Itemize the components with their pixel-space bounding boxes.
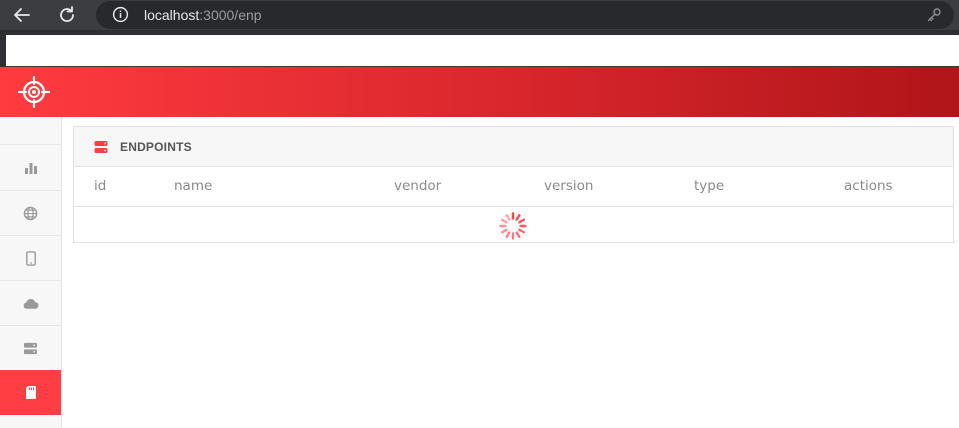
sidebar-item-network[interactable] bbox=[0, 191, 61, 236]
sidebar-item-stats[interactable] bbox=[0, 146, 61, 191]
key-icon[interactable] bbox=[926, 7, 942, 23]
panel-header: ENDPOINTS bbox=[74, 127, 953, 167]
target-crosshair-icon[interactable] bbox=[18, 76, 50, 108]
sidebar-top-spacer bbox=[0, 117, 61, 145]
sidebar-item-servers[interactable] bbox=[0, 326, 61, 371]
column-header-name[interactable]: name bbox=[174, 178, 212, 194]
column-header-type[interactable]: type bbox=[694, 178, 724, 194]
back-arrow-icon bbox=[14, 8, 30, 22]
address-bar[interactable]: localhost:3000/enp bbox=[96, 1, 954, 29]
reload-button[interactable] bbox=[55, 3, 79, 27]
sidebar-item-devices[interactable] bbox=[0, 236, 61, 281]
url-host: localhost bbox=[144, 7, 200, 23]
url-path: :3000/enp bbox=[199, 7, 262, 23]
page-top-strip bbox=[0, 30, 959, 67]
table-header-row: id name vendor version type actions bbox=[74, 167, 953, 207]
bar-chart-icon bbox=[24, 163, 37, 174]
column-header-version[interactable]: version bbox=[544, 178, 593, 194]
panel-title: ENDPOINTS bbox=[120, 140, 192, 154]
column-header-actions[interactable]: actions bbox=[844, 178, 893, 194]
server-icon bbox=[24, 342, 37, 354]
mobile-phone-icon bbox=[25, 250, 36, 266]
column-header-vendor[interactable]: vendor bbox=[394, 178, 441, 194]
app-header bbox=[0, 67, 959, 117]
sidebar bbox=[0, 117, 62, 428]
url-text[interactable]: localhost:3000/enp bbox=[144, 7, 262, 23]
server-icon bbox=[94, 141, 108, 153]
column-header-id[interactable]: id bbox=[94, 178, 106, 194]
loading-spinner-icon bbox=[499, 212, 527, 240]
info-icon[interactable] bbox=[112, 6, 129, 23]
globe-icon bbox=[23, 206, 38, 220]
cloud-icon bbox=[23, 298, 39, 309]
endpoints-panel: ENDPOINTS id name vendor version type ac… bbox=[73, 126, 954, 243]
sidebar-item-cloud[interactable] bbox=[0, 281, 61, 326]
sidebar-item-endpoints[interactable] bbox=[0, 370, 61, 415]
back-button[interactable] bbox=[10, 3, 34, 27]
reload-icon bbox=[60, 6, 74, 22]
sd-card-icon bbox=[25, 385, 36, 399]
browser-toolbar: localhost:3000/enp bbox=[0, 0, 959, 30]
